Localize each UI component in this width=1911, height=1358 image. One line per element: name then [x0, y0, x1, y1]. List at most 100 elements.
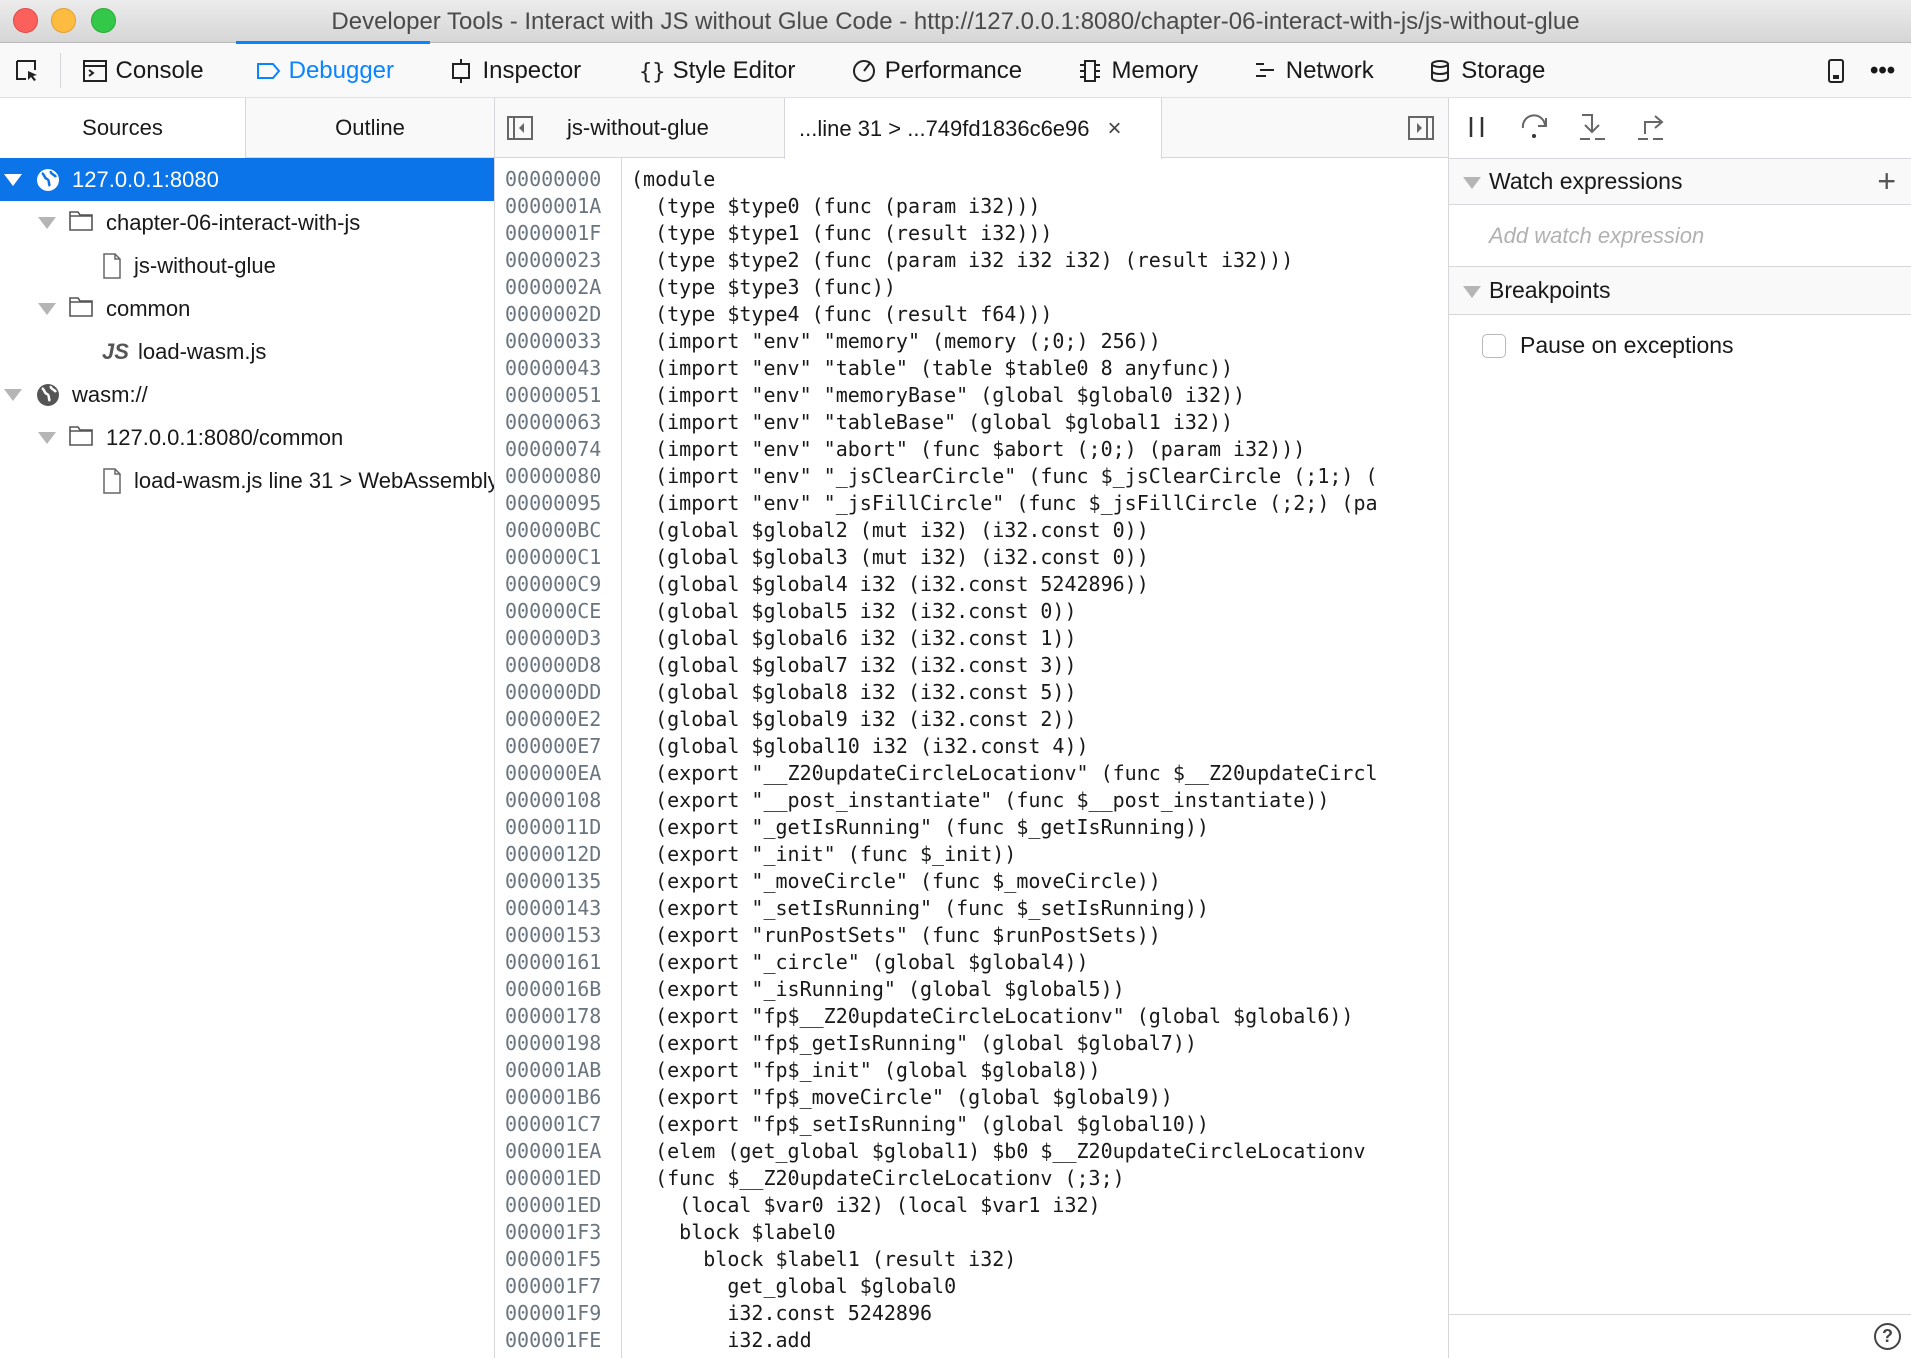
line-address[interactable]: 00000161 — [505, 949, 601, 976]
line-address[interactable]: 0000002A — [505, 274, 601, 301]
tree-item[interactable]: JS load-wasm.js — [0, 330, 494, 373]
line-address[interactable]: 0000001A — [505, 193, 601, 220]
tab-console[interactable]: Console — [82, 43, 204, 98]
sources-panel: Sources Outline 127.0.0.1:8080 chapter-06… — [0, 98, 495, 1358]
line-address[interactable]: 000000E2 — [505, 706, 601, 733]
pause-on-exceptions-checkbox[interactable] — [1482, 333, 1506, 358]
watch-expressions-header[interactable]: Watch expressions + — [1449, 158, 1911, 205]
step-over-icon[interactable] — [1519, 112, 1551, 142]
line-address[interactable]: 000000BC — [505, 517, 601, 544]
help-icon[interactable]: ? — [1874, 1323, 1901, 1350]
tab-label: Console — [115, 56, 204, 84]
code-line: (import "env" "memory" (memory (;0;) 256… — [631, 329, 1161, 353]
line-address[interactable]: 000000E7 — [505, 733, 601, 760]
line-address[interactable]: 00000063 — [505, 409, 601, 436]
line-address[interactable]: 000000EA — [505, 760, 601, 787]
expand-triangle-icon[interactable] — [38, 432, 56, 444]
expand-triangle-icon[interactable] — [4, 174, 22, 186]
line-address[interactable]: 000001AB — [505, 1057, 601, 1084]
expand-triangle-icon[interactable] — [38, 217, 56, 229]
code-line: (export "fp$_init" (global $global8)) — [631, 1058, 1101, 1082]
line-address[interactable]: 000001F7 — [505, 1273, 601, 1300]
line-address[interactable]: 00000135 — [505, 868, 601, 895]
line-address[interactable]: 000001C7 — [505, 1111, 601, 1138]
devtools-toolbar: Console Debugger Inspector {} Style Editor Pe… — [0, 41, 1911, 98]
tree-item[interactable]: 127.0.0.1:8080 — [0, 158, 494, 201]
phone-icon — [1828, 58, 1844, 83]
line-address[interactable]: 00000178 — [505, 1003, 601, 1030]
line-address[interactable]: 000001B6 — [505, 1084, 601, 1111]
line-address[interactable]: 00000153 — [505, 922, 601, 949]
line-address[interactable]: 00000023 — [505, 247, 601, 274]
pause-icon[interactable] — [1463, 112, 1493, 142]
line-address[interactable]: 00000198 — [505, 1030, 601, 1057]
code-line: (import "env" "_jsClearCircle" (func $_j… — [631, 464, 1378, 488]
line-address[interactable]: 0000012D — [505, 841, 601, 868]
add-watch-icon[interactable]: + — [1877, 163, 1896, 200]
line-address[interactable]: 00000043 — [505, 355, 601, 382]
performance-icon — [852, 59, 875, 82]
tree-item[interactable]: chapter-06-interact-with-js — [0, 201, 494, 244]
code-editor[interactable]: (module (type $type0 (func (param i32)))… — [622, 158, 1448, 1358]
more-options-button[interactable]: ••• — [1870, 43, 1895, 98]
line-address[interactable]: 000001F9 — [505, 1300, 601, 1327]
tab-memory[interactable]: Memory — [1077, 43, 1198, 98]
step-out-icon[interactable] — [1635, 112, 1667, 142]
tab-style-editor[interactable]: {} Style Editor — [639, 43, 796, 98]
editor-tab-js-without-glue[interactable]: js-without-glue — [567, 98, 709, 158]
line-address[interactable]: 00000074 — [505, 436, 601, 463]
breakpoints-header[interactable]: Breakpoints — [1449, 266, 1911, 315]
code-line: (export "fp$_setIsRunning" (global $glob… — [631, 1112, 1209, 1136]
step-in-icon[interactable] — [1577, 112, 1609, 142]
code-line: (export "runPostSets" (func $runPostSets… — [631, 923, 1161, 947]
element-picker-button[interactable] — [14, 43, 40, 98]
line-address[interactable]: 000000C1 — [505, 544, 601, 571]
expand-triangle-icon[interactable] — [38, 303, 56, 315]
line-address[interactable]: 000000C9 — [505, 571, 601, 598]
tab-sources[interactable]: Sources — [0, 98, 246, 158]
tree-item[interactable]: common — [0, 287, 494, 330]
line-address[interactable]: 00000080 — [505, 463, 601, 490]
tab-storage[interactable]: Storage — [1427, 43, 1545, 98]
tab-inspector[interactable]: Inspector — [448, 43, 581, 98]
tree-item[interactable]: js-without-glue — [0, 244, 494, 287]
add-watch-expression-input[interactable]: Add watch expression — [1489, 205, 1704, 266]
code-line: (import "env" "abort" (func $abort (;0;)… — [631, 437, 1306, 461]
tab-network[interactable]: Network — [1252, 43, 1374, 98]
line-address[interactable]: 00000033 — [505, 328, 601, 355]
line-address[interactable]: 000001FE — [505, 1327, 601, 1354]
line-address[interactable]: 0000011D — [505, 814, 601, 841]
tab-label: ...line 31 > ...749fd1836c6e96 — [799, 115, 1090, 141]
line-address[interactable]: 000001F5 — [505, 1246, 601, 1273]
tree-item[interactable]: 127.0.0.1:8080/common — [0, 416, 494, 459]
close-tab-icon[interactable]: × — [1108, 115, 1122, 143]
tab-outline[interactable]: Outline — [246, 98, 494, 158]
line-address[interactable]: 00000143 — [505, 895, 601, 922]
line-address[interactable]: 00000000 — [505, 166, 601, 193]
toggle-sources-button[interactable] — [507, 115, 533, 146]
toggle-debug-pane-button[interactable] — [1408, 115, 1434, 146]
tree-item[interactable]: wasm:// — [0, 373, 494, 416]
line-address[interactable]: 00000108 — [505, 787, 601, 814]
line-address[interactable]: 000001F3 — [505, 1219, 601, 1246]
tab-debugger[interactable]: Debugger — [255, 43, 394, 98]
line-address[interactable]: 00000051 — [505, 382, 601, 409]
tree-item[interactable]: load-wasm.js line 31 > WebAssembly — [0, 459, 494, 502]
pause-on-exceptions-option[interactable]: Pause on exceptions — [1482, 332, 1734, 359]
editor-tab-wasm[interactable]: ...line 31 > ...749fd1836c6e96 × — [784, 98, 1162, 159]
line-address[interactable]: 000000D3 — [505, 625, 601, 652]
line-address[interactable]: 000001ED — [505, 1165, 601, 1192]
line-address[interactable]: 0000001F — [505, 220, 601, 247]
responsive-mode-button[interactable] — [1823, 43, 1849, 98]
line-address[interactable]: 000000D8 — [505, 652, 601, 679]
line-address[interactable]: 000000CE — [505, 598, 601, 625]
line-address[interactable]: 000000DD — [505, 679, 601, 706]
line-address[interactable]: 000001EA — [505, 1138, 601, 1165]
line-address[interactable]: 0000016B — [505, 976, 601, 1003]
line-address[interactable]: 00000095 — [505, 490, 601, 517]
tab-performance[interactable]: Performance — [851, 43, 1022, 98]
line-address[interactable]: 0000002D — [505, 301, 601, 328]
expand-triangle-icon[interactable] — [4, 389, 22, 401]
line-address[interactable]: 000001ED — [505, 1192, 601, 1219]
code-line: (local $var0 i32) (local $var1 i32) — [631, 1193, 1101, 1217]
